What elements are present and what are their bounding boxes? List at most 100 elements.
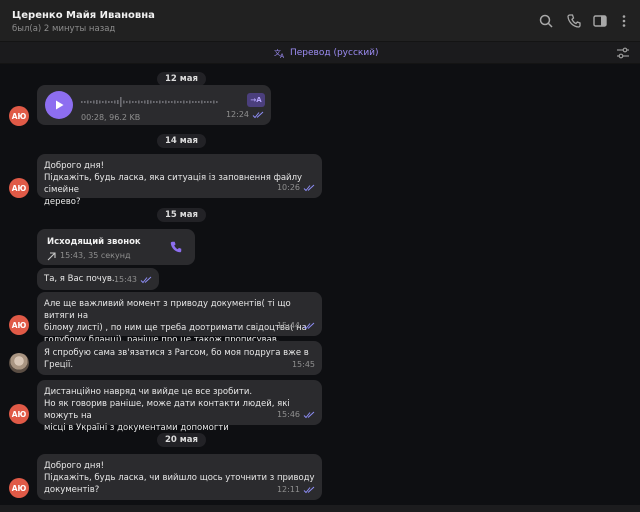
message-time: 15:45 — [291, 360, 315, 369]
message-text: Доброго дня! Підкажіть, будь ласка, чи в… — [44, 461, 315, 495]
translate-settings-icon[interactable] — [616, 46, 630, 60]
contact-name[interactable]: Церенко Майя Ивановна — [12, 10, 155, 21]
voice-info: 00:28, 96.2 KB — [81, 113, 141, 122]
waveform-bar — [183, 100, 185, 104]
read-checkmarks-icon — [303, 486, 315, 494]
waveform-bar — [81, 101, 83, 103]
waveform-bar — [186, 101, 188, 103]
read-checkmarks-icon — [140, 276, 152, 284]
call-title: Исходящий звонок — [47, 237, 141, 247]
waveform-bar — [99, 100, 101, 104]
message-bubble[interactable]: Доброго дня! Підкажіть, будь ласка, чи в… — [37, 454, 322, 500]
waveform-bar — [156, 101, 158, 103]
waveform-bar — [117, 100, 119, 104]
play-button[interactable] — [45, 91, 73, 119]
translate-icon: 文A — [274, 48, 285, 59]
read-checkmarks-icon — [303, 184, 315, 192]
message-text: Та, я Вас почув. — [44, 274, 115, 284]
composer-edge — [0, 505, 640, 512]
avatar[interactable]: АЮ — [9, 178, 29, 198]
message-meta: 15:44 — [277, 320, 315, 332]
message-bubble[interactable]: Та, я Вас почув. 15:43 — [37, 268, 159, 290]
call-back-icon[interactable] — [169, 240, 183, 254]
waveform-bar — [135, 101, 137, 103]
waveform-bar — [96, 100, 98, 104]
waveform-bar — [126, 101, 128, 103]
message-bubble[interactable]: Дистанційно навряд чи вийде це все зроби… — [37, 380, 322, 433]
waveform-bar — [105, 100, 107, 104]
date-separator: 12 мая — [157, 72, 206, 86]
waveform-bar — [177, 101, 179, 103]
waveform-bar — [168, 101, 170, 103]
waveform[interactable] — [81, 96, 221, 108]
message-text: Я спробую сама зв'язатися з Рагсом, бо м… — [44, 348, 309, 370]
date-separator: 14 мая — [157, 134, 206, 148]
call-info: 15:43, 35 секунд — [60, 251, 131, 260]
waveform-bar — [108, 101, 110, 103]
waveform-bar — [180, 101, 182, 103]
message-time: 12:24 — [225, 110, 249, 119]
waveform-bar — [87, 100, 89, 104]
message-meta: 12:11 — [277, 484, 315, 496]
waveform-bar — [147, 100, 149, 104]
call-details: 15:43, 35 секунд — [47, 250, 131, 262]
waveform-bar — [114, 100, 116, 104]
message-meta: 15:46 — [277, 409, 315, 421]
more-options-icon[interactable] — [616, 13, 632, 29]
waveform-bar — [129, 100, 131, 104]
translate-bar: 文A Перевод (русский) — [0, 42, 640, 64]
translate-button[interactable]: 文A Перевод (русский) — [274, 45, 379, 61]
avatar[interactable]: АЮ — [9, 404, 29, 424]
contact-status: был(а) 2 минуты назад — [12, 24, 116, 34]
message-bubble[interactable]: Доброго дня! Підкажіть, будь ласка, яка … — [37, 154, 322, 207]
waveform-bar — [84, 101, 86, 103]
waveform-bar — [210, 101, 212, 103]
waveform-bar — [171, 101, 173, 103]
waveform-bar — [198, 101, 200, 103]
avatar[interactable]: АЮ — [9, 315, 29, 335]
waveform-bar — [153, 101, 155, 103]
message-time: 15:44 — [276, 321, 300, 330]
waveform-bar — [174, 100, 176, 104]
message-meta: 15:43 — [114, 274, 152, 286]
message-bubble[interactable]: Я спробую сама зв'язатися з Рагсом, бо м… — [37, 341, 322, 375]
sidebar-toggle-icon[interactable] — [592, 13, 608, 29]
waveform-bar — [120, 97, 122, 107]
message-time: 15:46 — [276, 410, 300, 419]
read-checkmarks-icon — [303, 411, 315, 419]
message-bubble[interactable]: Але ще важливий момент з приводу докумен… — [37, 292, 322, 345]
message-time: 12:11 — [276, 485, 300, 494]
waveform-bar — [144, 100, 146, 104]
avatar[interactable]: АЮ — [9, 106, 29, 126]
waveform-bar — [138, 100, 140, 104]
waveform-bar — [204, 101, 206, 103]
outgoing-arrow-icon — [47, 251, 56, 260]
translate-label: Перевод (русский) — [290, 48, 379, 58]
transcribe-button[interactable]: →A — [247, 93, 265, 107]
waveform-bar — [90, 101, 92, 103]
message-meta: 10:26 — [277, 182, 315, 194]
phone-icon[interactable] — [566, 13, 582, 29]
call-message[interactable]: Исходящий звонок 15:43, 35 секунд — [37, 229, 195, 265]
waveform-bar — [102, 101, 104, 103]
waveform-bar — [159, 100, 161, 104]
waveform-bar — [141, 101, 143, 103]
waveform-bar — [162, 101, 164, 103]
waveform-bar — [93, 100, 95, 104]
date-separator: 20 мая — [157, 433, 206, 447]
message-meta: 15:45 — [292, 359, 315, 371]
waveform-bar — [201, 100, 203, 104]
search-icon[interactable] — [538, 13, 554, 29]
voice-message[interactable]: 00:28, 96.2 KB →A 12:24 — [37, 85, 271, 125]
waveform-bar — [111, 101, 113, 103]
waveform-bar — [123, 100, 125, 104]
waveform-bar — [150, 100, 152, 104]
user-photo-avatar[interactable] — [9, 353, 29, 373]
read-checkmarks-icon — [252, 111, 264, 119]
chat-header: Церенко Майя Ивановна был(а) 2 минуты на… — [0, 0, 640, 42]
message-time: 10:26 — [276, 183, 300, 192]
svg-text:A: A — [280, 53, 285, 59]
date-separator: 15 мая — [157, 208, 206, 222]
message-time: 15:43 — [113, 275, 137, 284]
avatar[interactable]: АЮ — [9, 478, 29, 498]
